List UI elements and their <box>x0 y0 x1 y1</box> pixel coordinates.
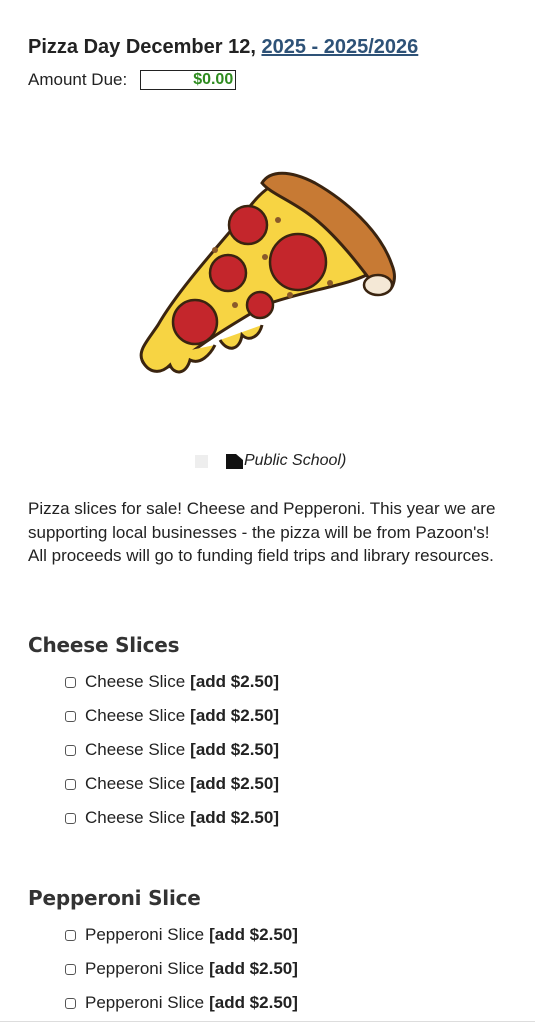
option-price: [add $2.50] <box>190 774 279 793</box>
checkbox[interactable] <box>65 929 76 941</box>
cheese-option[interactable]: Cheese Slice [add $2.50] <box>65 665 279 699</box>
option-label: Pepperoni Slice <box>85 959 205 978</box>
option-price: [add $2.50] <box>209 993 298 1012</box>
cheese-options-list: Cheese Slice [add $2.50] Cheese Slice [a… <box>65 665 279 835</box>
cheese-option[interactable]: Cheese Slice [add $2.50] <box>65 699 279 733</box>
pepperoni-option[interactable]: Pepperoni Slice [add $2.50] <box>65 986 298 1020</box>
amount-due-label: Amount Due: <box>28 70 128 89</box>
option-price: [add $2.50] <box>190 808 279 827</box>
checkbox[interactable] <box>65 812 76 824</box>
pepperoni-option[interactable]: Pepperoni Slice [add $2.50] <box>65 952 298 986</box>
option-price: [add $2.50] <box>190 672 279 691</box>
pizza-slice-image <box>139 171 396 374</box>
page-title: Pizza Day December 12, 2025 - 2025/2026 <box>28 36 418 59</box>
cheese-option[interactable]: Cheese Slice [add $2.50] <box>65 801 279 835</box>
option-price: [add $2.50] <box>209 925 298 944</box>
pepperoni-option[interactable]: Pepperoni Slice [add $2.50] <box>65 918 298 952</box>
amount-due-row: Amount Due: $0.00 <box>28 70 237 90</box>
cheese-section-heading: Cheese Slices <box>28 633 180 657</box>
checkbox[interactable] <box>65 744 76 756</box>
checkbox[interactable] <box>65 676 76 688</box>
option-label: Pepperoni Slice <box>85 993 205 1012</box>
option-label: Cheese Slice <box>85 706 186 725</box>
image-caption-row: Public School) <box>195 452 346 470</box>
broken-image-icon <box>195 454 208 468</box>
pepperoni-section-heading: Pepperoni Slice <box>28 886 201 910</box>
option-price: [add $2.50] <box>209 959 298 978</box>
cheese-option[interactable]: Cheese Slice [add $2.50] <box>65 733 279 767</box>
option-price: [add $2.50] <box>190 706 279 725</box>
description-text: Pizza slices for sale! Cheese and Pepper… <box>28 499 496 565</box>
title-text: Pizza Day December 12, <box>28 36 262 58</box>
checkbox[interactable] <box>65 963 76 975</box>
cheese-option[interactable]: Cheese Slice [add $2.50] <box>65 767 279 801</box>
document-icon <box>226 453 243 469</box>
amount-due-field: $0.00 <box>140 70 237 90</box>
checkbox[interactable] <box>65 778 76 790</box>
option-price: [add $2.50] <box>190 740 279 759</box>
option-label: Cheese Slice <box>85 672 186 691</box>
checkbox[interactable] <box>65 997 76 1009</box>
image-caption: Public School) <box>244 452 347 469</box>
option-label: Cheese Slice <box>85 774 186 793</box>
bottom-divider <box>0 1021 535 1022</box>
checkbox[interactable] <box>65 710 76 722</box>
option-label: Cheese Slice <box>85 740 186 759</box>
pepperoni-options-list: Pepperoni Slice [add $2.50] Pepperoni Sl… <box>65 918 298 1020</box>
school-year-link[interactable]: 2025 - 2025/2026 <box>261 36 418 58</box>
option-label: Pepperoni Slice <box>85 925 205 944</box>
option-label: Cheese Slice <box>85 808 186 827</box>
